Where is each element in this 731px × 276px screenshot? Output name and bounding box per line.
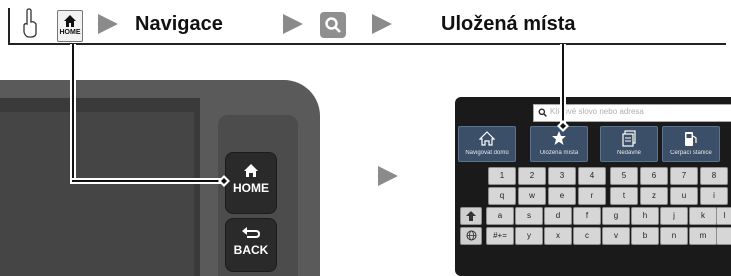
- key[interactable]: m: [689, 227, 717, 245]
- key[interactable]: 6: [640, 167, 668, 185]
- key[interactable]: i: [700, 187, 728, 205]
- callout-line: [72, 180, 222, 182]
- key[interactable]: z: [640, 187, 668, 205]
- home-icon: HOME: [57, 10, 83, 42]
- shift-key[interactable]: [460, 207, 482, 225]
- key[interactable]: d: [544, 207, 572, 225]
- key[interactable]: 3: [548, 167, 576, 185]
- key[interactable]: n: [660, 227, 688, 245]
- key[interactable]: q: [488, 187, 516, 205]
- key[interactable]: g: [602, 207, 630, 225]
- tile-recent[interactable]: Nedávné: [600, 126, 658, 162]
- key[interactable]: x: [544, 227, 572, 245]
- key[interactable]: 1: [488, 167, 516, 185]
- fuel-pump-icon: [685, 132, 697, 146]
- tile-label: Uložená místa: [539, 150, 579, 156]
- key[interactable]: 2: [518, 167, 546, 185]
- home-button-label: HOME: [233, 181, 269, 195]
- tile-label: Čerpací stanice: [670, 150, 712, 156]
- step-arrow-icon: [283, 14, 303, 34]
- tap-gesture-icon: [23, 8, 37, 38]
- header-left-bracket: [8, 8, 10, 45]
- header-step-navigation: Navigace: [135, 13, 223, 35]
- key[interactable]: [716, 227, 731, 245]
- header-step-saved-places: Uložená místa: [441, 13, 576, 35]
- shift-arrow-icon: [466, 211, 476, 221]
- key[interactable]: 4: [578, 167, 606, 185]
- magnifier-icon: [325, 17, 341, 33]
- house-icon: [64, 15, 76, 27]
- step-arrow-icon: [378, 166, 398, 186]
- search-icon: [538, 108, 547, 117]
- search-icon: [320, 12, 346, 38]
- key[interactable]: s: [515, 207, 543, 225]
- key[interactable]: y: [515, 227, 543, 245]
- language-key[interactable]: [460, 227, 482, 245]
- key[interactable]: b: [631, 227, 659, 245]
- key[interactable]: 7: [670, 167, 698, 185]
- globe-icon: [466, 230, 476, 241]
- key[interactable]: r: [578, 187, 606, 205]
- key[interactable]: w: [518, 187, 546, 205]
- key[interactable]: f: [573, 207, 601, 225]
- home-icon-label: HOME: [59, 29, 81, 36]
- step-arrow-icon: [98, 14, 118, 34]
- home-button[interactable]: HOME: [225, 152, 277, 214]
- key[interactable]: t: [610, 187, 638, 205]
- key[interactable]: l: [716, 207, 731, 225]
- key[interactable]: h: [631, 207, 659, 225]
- key[interactable]: v: [602, 227, 630, 245]
- symbols-key[interactable]: #+=: [486, 227, 514, 245]
- callout-line: [72, 44, 74, 181]
- back-arrow-icon: [242, 227, 261, 238]
- callout-pointer-icon: [218, 175, 230, 187]
- key[interactable]: 5: [610, 167, 638, 185]
- house-icon: [479, 131, 495, 146]
- tile-label: Nedávné: [616, 150, 642, 156]
- key[interactable]: e: [548, 187, 576, 205]
- back-button-label: BACK: [233, 243, 269, 257]
- key[interactable]: k: [689, 207, 717, 225]
- back-button[interactable]: BACK: [225, 218, 277, 272]
- callout-pointer-icon: [557, 120, 569, 132]
- key[interactable]: 8: [700, 167, 728, 185]
- header-underline: [8, 43, 726, 45]
- key[interactable]: u: [670, 187, 698, 205]
- key[interactable]: c: [573, 227, 601, 245]
- callout-line: [562, 44, 564, 122]
- key[interactable]: a: [486, 207, 514, 225]
- step-arrow-icon: [372, 14, 392, 34]
- star-icon: [552, 131, 566, 145]
- tile-label: Navigovat domů: [465, 150, 509, 156]
- tile-go-home[interactable]: Navigovat domů: [458, 126, 516, 162]
- tile-gas-stations[interactable]: Čerpací stanice: [662, 126, 720, 162]
- recent-list-icon: [622, 130, 636, 147]
- key[interactable]: j: [660, 207, 688, 225]
- head-unit-screen-inner: [0, 112, 194, 276]
- house-icon: [244, 164, 258, 177]
